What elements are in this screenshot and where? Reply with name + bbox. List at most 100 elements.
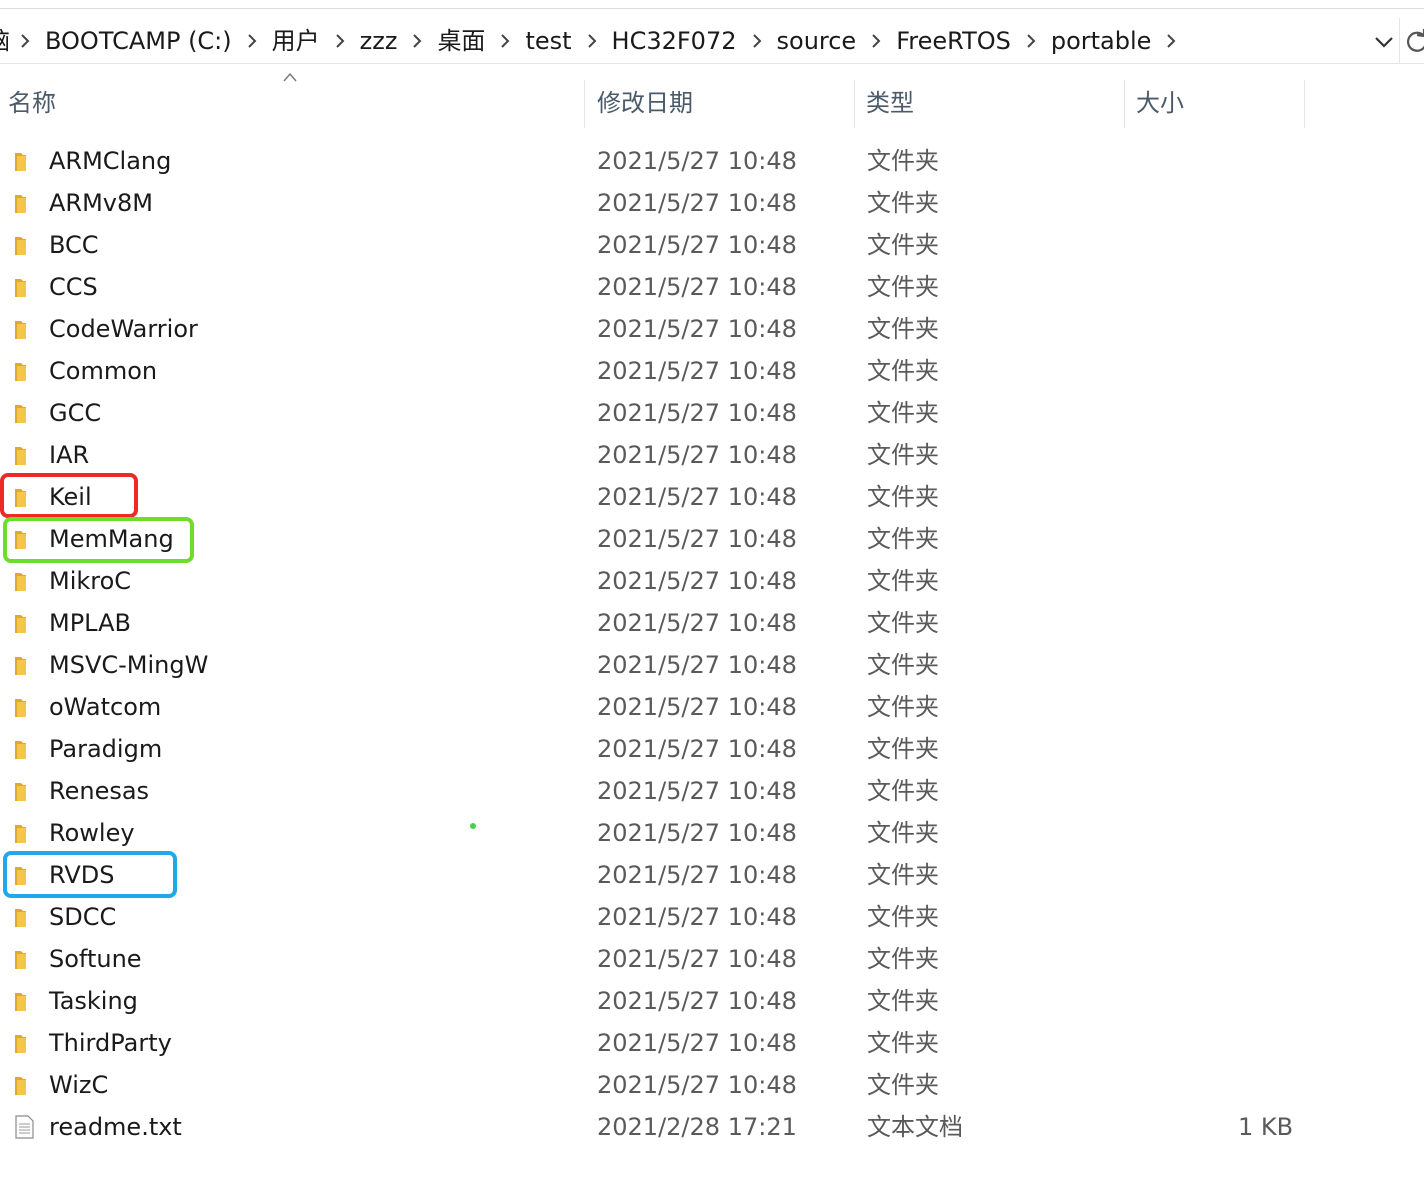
file-name[interactable]: Rowley [49,812,135,854]
column-divider[interactable] [584,80,585,128]
file-row[interactable]: CCS 2021/5/27 10:48 文件夹 [0,266,1424,308]
file-name[interactable]: SDCC [49,896,116,938]
file-name[interactable]: Paradigm [49,728,162,770]
breadcrumb[interactable]: 脑 BOOTCAMP (C:) 用户 zzz 桌面 test HC32F072 source… [0,18,1400,64]
breadcrumb-separator-icon[interactable] [861,18,891,64]
folder-icon [15,1035,26,1053]
file-name[interactable]: CodeWarrior [49,308,198,350]
file-row[interactable]: CodeWarrior 2021/5/27 10:48 文件夹 [0,308,1424,350]
column-header-type[interactable]: 类型 [866,70,1121,130]
file-name[interactable]: GCC [49,392,101,434]
column-header-name[interactable]: 名称 [8,70,583,130]
column-divider[interactable] [854,80,855,128]
file-row[interactable]: oWatcom 2021/5/27 10:48 文件夹 [0,686,1424,728]
folder-icon [15,321,26,339]
file-row[interactable]: IAR 2021/5/27 10:48 文件夹 [0,434,1424,476]
file-row[interactable]: Softune 2021/5/27 10:48 文件夹 [0,938,1424,980]
column-divider[interactable] [1124,80,1125,128]
file-name[interactable]: ARMClang [49,140,171,182]
breadcrumb-separator-icon[interactable] [402,18,432,64]
breadcrumb-separator-icon[interactable] [237,18,267,64]
file-name[interactable]: ARMv8M [49,182,153,224]
file-type: 文件夹 [867,735,939,763]
breadcrumb-separator-icon[interactable] [742,18,772,64]
file-row[interactable]: MikroC 2021/5/27 10:48 文件夹 [0,560,1424,602]
file-name[interactable]: oWatcom [49,686,161,728]
file-row[interactable]: Keil 2021/5/27 10:48 文件夹 [0,476,1424,518]
breadcrumb-item[interactable]: zzz [355,18,403,64]
breadcrumb-separator-icon[interactable] [1156,18,1186,64]
file-row[interactable]: Tasking 2021/5/27 10:48 文件夹 [0,980,1424,1022]
breadcrumb-item[interactable]: source [772,18,862,64]
file-name[interactable]: Tasking [49,980,138,1022]
breadcrumb-item[interactable]: portable [1046,18,1157,64]
column-header: 名称 修改日期 类型 大小 [0,70,1424,130]
breadcrumb-item[interactable]: 用户 [267,18,325,64]
file-name[interactable]: readme.txt [49,1106,182,1148]
file-name[interactable]: Softune [49,938,142,980]
address-bar-divider [1399,18,1400,64]
folder-icon [15,195,26,213]
file-name[interactable]: WizC [49,1064,108,1106]
file-row[interactable]: Common 2021/5/27 10:48 文件夹 [0,350,1424,392]
address-bar-bottom-border [0,63,1424,64]
file-type: 文件夹 [867,1071,939,1099]
breadcrumb-item[interactable]: BOOTCAMP (C:) [40,18,237,64]
file-row[interactable]: Renesas 2021/5/27 10:48 文件夹 [0,770,1424,812]
file-modified: 2021/5/27 10:48 [597,399,797,427]
file-type: 文件夹 [867,231,939,259]
breadcrumb-separator-icon[interactable] [577,18,607,64]
breadcrumb-item[interactable]: FreeRTOS [891,18,1016,64]
file-row[interactable]: BCC 2021/5/27 10:48 文件夹 [0,224,1424,266]
file-name[interactable]: Common [49,350,157,392]
breadcrumb-separator-icon[interactable] [325,18,355,64]
file-row[interactable]: Rowley 2021/5/27 10:48 文件夹 [0,812,1424,854]
file-row[interactable]: readme.txt 2021/2/28 17:21 文本文档 1 KB [0,1106,1424,1148]
column-header-size[interactable]: 大小 [1136,70,1301,130]
folder-icon [15,825,26,843]
file-type: 文件夹 [867,441,939,469]
file-row[interactable]: ARMv8M 2021/5/27 10:48 文件夹 [0,182,1424,224]
file-name[interactable]: IAR [49,434,89,476]
file-name[interactable]: MSVC-MingW [49,644,208,686]
breadcrumb-item[interactable]: test [520,18,576,64]
file-type: 文件夹 [867,525,939,553]
breadcrumb-item[interactable]: HC32F072 [607,18,742,64]
file-type: 文件夹 [867,819,939,847]
file-type: 文件夹 [867,609,939,637]
file-row[interactable]: MPLAB 2021/5/27 10:48 文件夹 [0,602,1424,644]
breadcrumb-separator-icon[interactable] [1016,18,1046,64]
file-modified: 2021/5/27 10:48 [597,441,797,469]
file-name[interactable]: Renesas [49,770,149,812]
file-row[interactable]: RVDS 2021/5/27 10:48 文件夹 [0,854,1424,896]
file-modified: 2021/5/27 10:48 [597,987,797,1015]
address-bar[interactable]: 脑 BOOTCAMP (C:) 用户 zzz 桌面 test HC32F072 source… [0,0,1424,64]
breadcrumb-item[interactable]: 桌面 [432,18,490,64]
file-row[interactable]: Paradigm 2021/5/27 10:48 文件夹 [0,728,1424,770]
file-row[interactable]: MemMang 2021/5/27 10:48 文件夹 [0,518,1424,560]
file-row[interactable]: WizC 2021/5/27 10:48 文件夹 [0,1064,1424,1106]
folder-icon [15,741,26,759]
file-name[interactable]: BCC [49,224,99,266]
breadcrumb-leading-fragment[interactable]: 脑 [0,18,10,64]
folder-icon [15,909,26,927]
breadcrumb-separator-icon[interactable] [490,18,520,64]
file-name[interactable]: CCS [49,266,98,308]
file-row[interactable]: ARMClang 2021/5/27 10:48 文件夹 [0,140,1424,182]
file-row[interactable]: SDCC 2021/5/27 10:48 文件夹 [0,896,1424,938]
column-header-modified[interactable]: 修改日期 [597,70,852,130]
breadcrumb-separator-icon[interactable] [10,18,40,64]
file-row[interactable]: MSVC-MingW 2021/5/27 10:48 文件夹 [0,644,1424,686]
folder-icon [15,783,26,801]
chevron-down-icon[interactable] [1372,30,1396,54]
file-row[interactable]: GCC 2021/5/27 10:48 文件夹 [0,392,1424,434]
file-row[interactable]: ThirdParty 2021/5/27 10:48 文件夹 [0,1022,1424,1064]
column-divider[interactable] [1304,80,1305,128]
file-name[interactable]: ThirdParty [49,1022,172,1064]
refresh-icon[interactable] [1404,28,1424,56]
column-header-modified-label: 修改日期 [597,88,693,117]
folder-icon [15,573,26,591]
file-modified: 2021/5/27 10:48 [597,273,797,301]
file-name[interactable]: MikroC [49,560,131,602]
file-name[interactable]: MPLAB [49,602,131,644]
